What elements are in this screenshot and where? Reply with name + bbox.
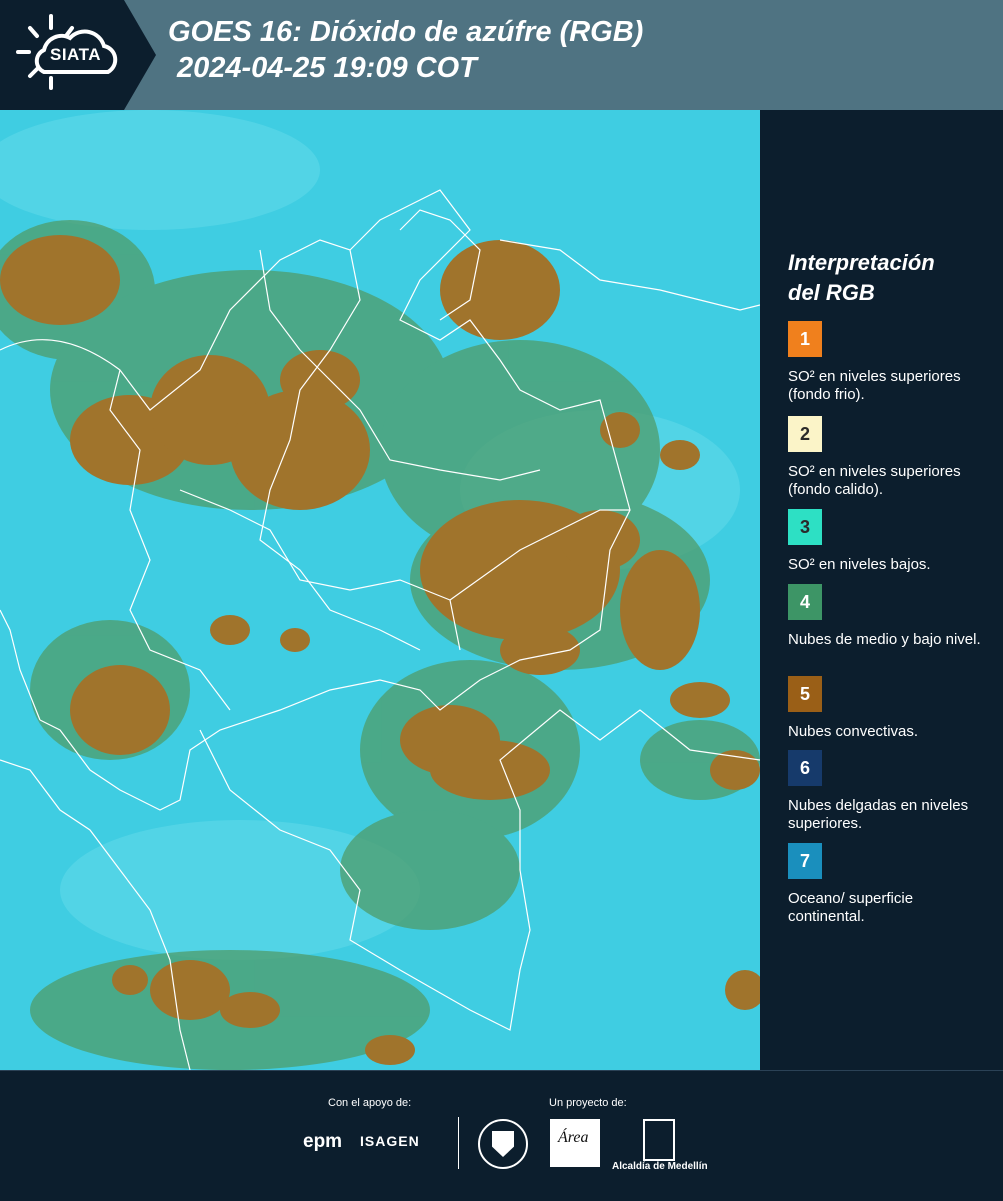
legend-item-2: 2 SO² en niveles superiores (fondo calid… [788,416,993,499]
legend-item-4: 4 Nubes de medio y bajo nivel. [788,584,993,649]
title-timestamp: 2024-04-25 19:09 COT [177,52,477,84]
page-title: GOES 16: Dióxido de azúfre (RGB) 2024-04… [168,14,643,86]
rgb-legend: Interpretación del RGB 1 SO² en niveles … [788,248,993,925]
legend-label-3: SO² en niveles bajos. [788,556,931,573]
siata-logo-text: SIATA [50,45,101,64]
legend-item-1: 1 SO² en niveles superiores (fondo frio)… [788,321,993,404]
legend-label-6: Nubes delgadas en niveles superiores. [788,797,969,832]
title-product: GOES 16: Dióxido de azúfre (RGB) [168,16,644,48]
footer-divider [458,1117,459,1169]
support-label: Con el apoyo de: [328,1097,412,1109]
legend-item-5: 5 Nubes convectivas. [788,676,993,741]
legend-swatch-6: 6 [788,750,822,786]
legend-label-7: Oceano/ superficie continental. [788,890,914,925]
legend-label-1: SO² en niveles superiores (fondo frio). [788,368,961,403]
header-bar: SIATA GOES 16: Dióxido de azúfre (RGB) 2… [0,0,1003,110]
legend-item-6: 6 Nubes delgadas en niveles superiores. [788,750,993,833]
epm-logo: epm [303,1131,343,1152]
legend-swatch-4: 4 [788,584,822,620]
legend-label-4: Nubes de medio y bajo nivel. [788,631,981,648]
satellite-map[interactable] [0,110,760,1070]
alcaldia-shield-icon [643,1119,675,1161]
legend-label-5: Nubes convectivas. [788,723,919,740]
legend-swatch-3: 3 [788,509,822,545]
legend-item-3: 3 SO² en niveles bajos. [788,509,993,574]
legend-title-line1: Interpretación [788,250,935,275]
legend-swatch-1: 1 [788,321,822,357]
project-label: Un proyecto de: [549,1097,627,1109]
legend-title-line2: del RGB [788,280,875,305]
medellin-seal-icon [478,1119,528,1169]
isagen-logo: ISAGEN [360,1133,420,1149]
legend-label-2: SO² en niveles superiores (fondo calido)… [788,463,961,498]
area-logo-text: Área [558,1129,589,1146]
map-canvas [0,110,760,1070]
legend-title: Interpretación del RGB [788,248,993,308]
legend-swatch-2: 2 [788,416,822,452]
legend-item-7: 7 Oceano/ superficie continental. [788,843,993,926]
siata-logo: SIATA [0,0,156,110]
alcaldia-label: Alcaldía de Medellín [612,1161,708,1172]
footer: Con el apoyo de: Un proyecto de: epm ISA… [0,1070,1003,1201]
legend-swatch-5: 5 [788,676,822,712]
legend-swatch-7: 7 [788,843,822,879]
